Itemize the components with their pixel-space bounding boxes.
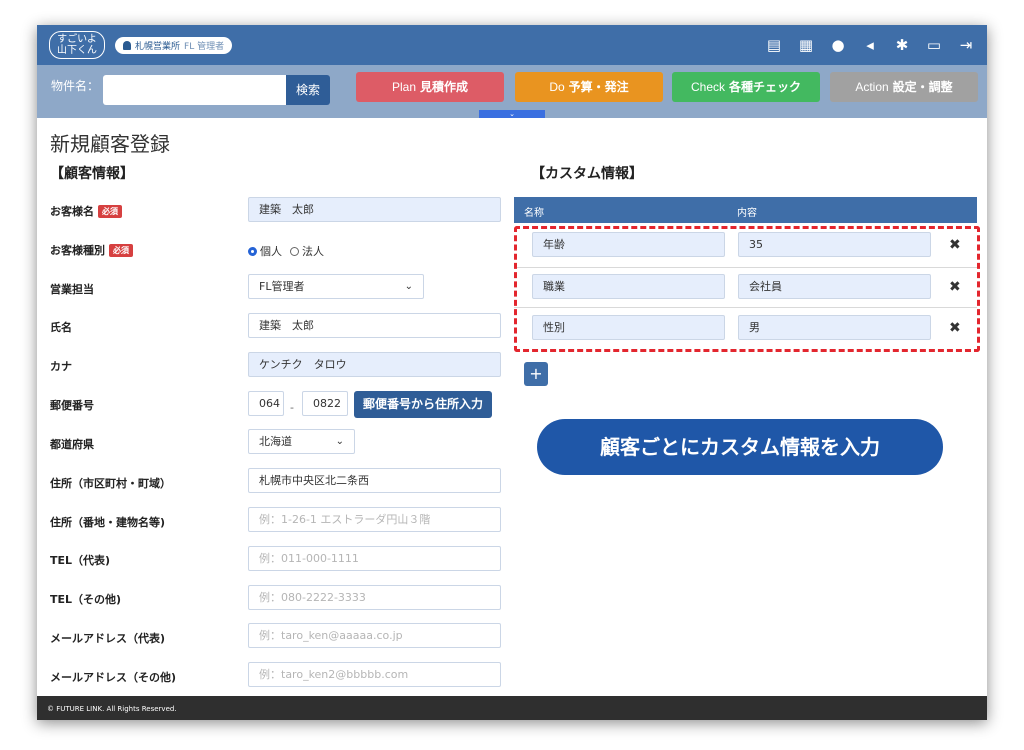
user-role: FL 管理者	[184, 41, 225, 52]
kana-input[interactable]: ケンチク タロウ	[248, 352, 501, 377]
type-label: お客様種別 必須	[50, 242, 133, 258]
pref-select[interactable]: 北海道 ⌄	[248, 429, 355, 454]
logout-icon[interactable]: ⇥	[957, 36, 975, 54]
phase-check-jp: 各種チェック	[729, 80, 802, 94]
property-label: 物件名：	[51, 79, 100, 93]
sales-select[interactable]: FL管理者 ⌄	[248, 274, 424, 299]
chat-icon[interactable]: ●	[829, 36, 847, 54]
folder-icon[interactable]: ▭	[925, 36, 943, 54]
tel1-input[interactable]: 例：011-000-1111	[248, 546, 501, 571]
mail1-label: メールアドレス（代表)	[50, 632, 166, 645]
phase-plan-jp: 見積作成	[420, 80, 469, 94]
highlight-box	[514, 226, 980, 352]
property-search-input[interactable]	[103, 75, 286, 105]
tel2-label: TEL（その他)	[50, 593, 122, 606]
chevron-down-icon: ⌄	[404, 281, 413, 292]
addr1-label: 住所（市区町村・町域）	[50, 477, 171, 490]
sub-bar: 物件名： 検索 Plan 見積作成 Do 予算・発注 Check 各種チェック Act…	[37, 65, 987, 118]
phase-check-button[interactable]: Check 各種チェック	[672, 72, 820, 102]
type-label-text: お客様種別	[50, 244, 105, 257]
office-name: 札幌営業所	[135, 41, 181, 52]
zip-label: 郵便番号	[50, 399, 94, 412]
phase-do-jp: 予算・発注	[568, 80, 629, 94]
footer-copyright: © FUTURE LINK. All Rights Reserved.	[37, 696, 987, 720]
radio-corporate[interactable]: 法人	[290, 243, 324, 259]
addr2-label: 住所（番地・建物名等)	[50, 516, 166, 529]
kana-label: カナ	[50, 360, 72, 373]
custom-table-header: 名称 内容	[514, 197, 977, 223]
mail2-input[interactable]: 例：taro_ken2@bbbbb.com	[248, 662, 501, 687]
phase-do-button[interactable]: Do 予算・発注	[515, 72, 663, 102]
mail1-input[interactable]: 例：taro_ken@aaaaa.co.jp	[248, 623, 501, 648]
document-icon[interactable]: ▤	[765, 36, 783, 54]
tel1-label: TEL（代表)	[50, 554, 111, 567]
radio-individual[interactable]: 個人	[248, 243, 282, 259]
col-content-header: 内容	[737, 208, 757, 219]
app-window: すごいよ 山下くん 札幌営業所 FL 管理者 ▤ ▦ ● ◂ ✱ ▭ ⇥ 物件名…	[37, 25, 987, 720]
phase-action-jp: 設定・調整	[892, 80, 953, 94]
radio-corporate-label: 法人	[302, 245, 324, 258]
name-label: お客様名 必須	[50, 203, 122, 219]
page-title: 新規顧客登録	[50, 132, 170, 156]
phase-action-button[interactable]: Action 設定・調整	[830, 72, 978, 102]
calendar-icon[interactable]: ▦	[797, 36, 815, 54]
customer-section-title: 【顧客情報】	[50, 166, 134, 182]
top-icon-group: ▤ ▦ ● ◂ ✱ ▭ ⇥	[765, 36, 975, 54]
name-label-text: お客様名	[50, 205, 94, 218]
top-bar: すごいよ 山下くん 札幌営業所 FL 管理者 ▤ ▦ ● ◂ ✱ ▭ ⇥	[37, 25, 987, 65]
tel2-input[interactable]: 例：080-2222-3333	[248, 585, 501, 610]
add-row-button[interactable]: +	[524, 362, 548, 386]
required-badge: 必須	[109, 243, 133, 257]
app-logo[interactable]: すごいよ 山下くん	[49, 31, 105, 59]
radio-on-icon	[248, 247, 257, 256]
chevron-down-icon: ⌄	[335, 436, 344, 447]
phase-action-en: Action	[855, 80, 889, 94]
pref-label: 都道府県	[50, 438, 94, 451]
fullname-label: 氏名	[50, 321, 72, 334]
logo-line2: 山下くん	[57, 45, 97, 56]
sales-select-value: FL管理者	[259, 280, 305, 293]
sales-label: 営業担当	[50, 283, 94, 296]
required-badge: 必須	[98, 204, 122, 218]
radio-off-icon	[290, 247, 299, 256]
phase-plan-en: Plan	[391, 80, 416, 94]
collapse-toggle[interactable]: ⌄	[479, 110, 545, 118]
radio-individual-label: 個人	[260, 245, 282, 258]
addr2-input[interactable]: 例：1-26-1 エストラーダ円山３階	[248, 507, 501, 532]
phase-check-en: Check	[690, 80, 725, 94]
phase-plan-button[interactable]: Plan 見積作成	[356, 72, 504, 102]
zip1-input[interactable]: 064	[248, 391, 284, 416]
megaphone-icon[interactable]: ◂	[861, 36, 879, 54]
addr1-input[interactable]: 札幌市中央区北二条西	[248, 468, 501, 493]
pref-select-value: 北海道	[259, 435, 292, 448]
zip2-input[interactable]: 0822	[302, 391, 348, 416]
customer-name-input[interactable]: 建築 太郎	[248, 197, 501, 222]
customer-type-radio-group: 個人 法人	[248, 243, 324, 259]
phase-do-en: Do	[549, 80, 565, 94]
custom-section-title: 【カスタム情報】	[531, 166, 643, 182]
callout-banner: 顧客ごとにカスタム情報を入力	[537, 419, 943, 475]
user-badge: 札幌営業所 FL 管理者	[115, 36, 233, 54]
fullname-input[interactable]: 建築 太郎	[248, 313, 501, 338]
zip-lookup-button[interactable]: 郵便番号から住所入力	[354, 391, 492, 418]
search-button[interactable]: 検索	[286, 75, 330, 105]
gear-icon[interactable]: ✱	[893, 36, 911, 54]
mail2-label: メールアドレス（その他)	[50, 671, 177, 684]
person-icon	[123, 40, 131, 50]
col-name-header: 名称	[524, 208, 544, 219]
logo-line1: すごいよ	[57, 34, 97, 45]
zip-separator: -	[290, 401, 294, 414]
